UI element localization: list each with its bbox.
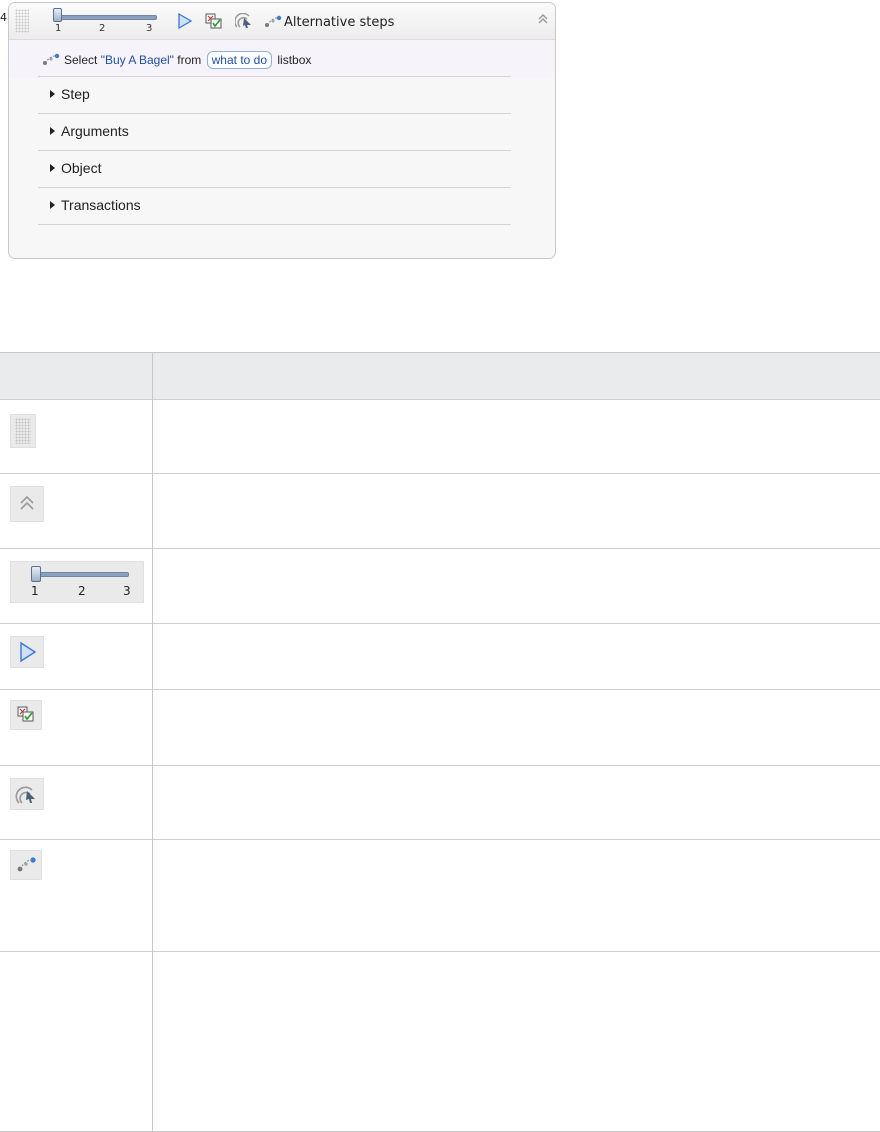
section-arguments[interactable]: Arguments: [38, 113, 511, 150]
step-verb: Select: [64, 53, 97, 67]
drag-handle-icon[interactable]: [15, 9, 29, 33]
alternative-steps-icon: [42, 53, 60, 66]
expand-arrow-icon[interactable]: [50, 201, 55, 209]
table-row: [0, 840, 880, 952]
alternative-steps-label[interactable]: Alternative steps: [284, 15, 394, 30]
table-row: [0, 400, 880, 474]
checklist-icon: [10, 700, 42, 730]
step-object-chip[interactable]: what to do: [207, 51, 272, 69]
table-cell-description: [153, 952, 880, 1132]
table-cell-description: [153, 474, 880, 549]
step-from-word: from: [177, 53, 201, 67]
table-row: [0, 952, 880, 1132]
table-cell-icon: [0, 766, 153, 840]
table-cell-description: [153, 840, 880, 952]
table-cell-description: [153, 766, 880, 840]
slider-tick-3: 3: [146, 23, 152, 34]
table-row: 1 2 3: [0, 549, 880, 624]
checklist-icon[interactable]: [205, 13, 223, 29]
legend-slider-tick-3: 3: [123, 584, 131, 598]
slider-tick-1: 1: [55, 23, 61, 34]
legend-slider-tick-1: 1: [31, 584, 39, 598]
step-description-row: Select "Buy A Bagel" from what to do lis…: [9, 40, 555, 78]
table-cell-icon: [0, 840, 153, 952]
table-cell-icon: [0, 690, 153, 766]
table-cell-description: [153, 690, 880, 766]
table-cell-icon: [0, 624, 153, 690]
record-icon[interactable]: [235, 13, 253, 29]
section-object[interactable]: Object: [38, 150, 511, 187]
slider-icon: 1 2 3: [10, 561, 144, 603]
table-header-icon: [0, 353, 153, 400]
alternative-steps-icon: [264, 15, 282, 28]
table-cell-icon: 1 2 3: [0, 549, 153, 624]
slider-thumb[interactable]: [53, 8, 62, 22]
step-sentence: Select "Buy A Bagel" from what to do lis…: [64, 51, 311, 69]
table-header-row: [0, 353, 880, 400]
table-row: [0, 690, 880, 766]
table-cell-description: [153, 549, 880, 624]
table-cell-description: [153, 400, 880, 474]
step-object-type: listbox: [277, 53, 311, 67]
step-sections: Step Arguments Object Transactions: [38, 76, 511, 225]
step-value[interactable]: "Buy A Bagel": [101, 53, 174, 67]
section-transactions[interactable]: Transactions: [38, 187, 511, 225]
expand-arrow-icon[interactable]: [50, 127, 55, 135]
legend-slider-tick-2: 2: [78, 584, 86, 598]
table-header-description: [153, 353, 880, 400]
table-row: [0, 624, 880, 690]
alternative-steps-icon: [10, 850, 42, 880]
section-label[interactable]: Arguments: [61, 123, 129, 139]
record-icon: [10, 778, 44, 810]
play-icon[interactable]: [177, 13, 193, 29]
table-cell-icon: [0, 952, 153, 1132]
table-cell-icon: [0, 474, 153, 549]
expand-arrow-icon[interactable]: [50, 90, 55, 98]
step-header: 1 2 3 Alternative steps: [9, 3, 555, 40]
collapse-icon[interactable]: [537, 12, 549, 26]
slider-track: [55, 15, 157, 20]
table-row: [0, 766, 880, 840]
step-number: 4: [0, 11, 7, 24]
play-icon: [10, 636, 44, 668]
icon-legend-table: 1 2 3: [0, 352, 880, 1132]
collapse-icon: [10, 486, 44, 522]
section-label[interactable]: Step: [61, 86, 90, 102]
table-cell-icon: [0, 400, 153, 474]
slider-tick-2: 2: [99, 23, 105, 34]
section-label[interactable]: Transactions: [61, 197, 141, 213]
section-step[interactable]: Step: [38, 76, 511, 113]
table-row: [0, 474, 880, 549]
section-label[interactable]: Object: [61, 160, 101, 176]
alternative-step-slider[interactable]: 1 2 3: [53, 6, 163, 38]
table-cell-description: [153, 624, 880, 690]
drag-handle-icon: [10, 414, 36, 448]
expand-arrow-icon[interactable]: [50, 164, 55, 172]
